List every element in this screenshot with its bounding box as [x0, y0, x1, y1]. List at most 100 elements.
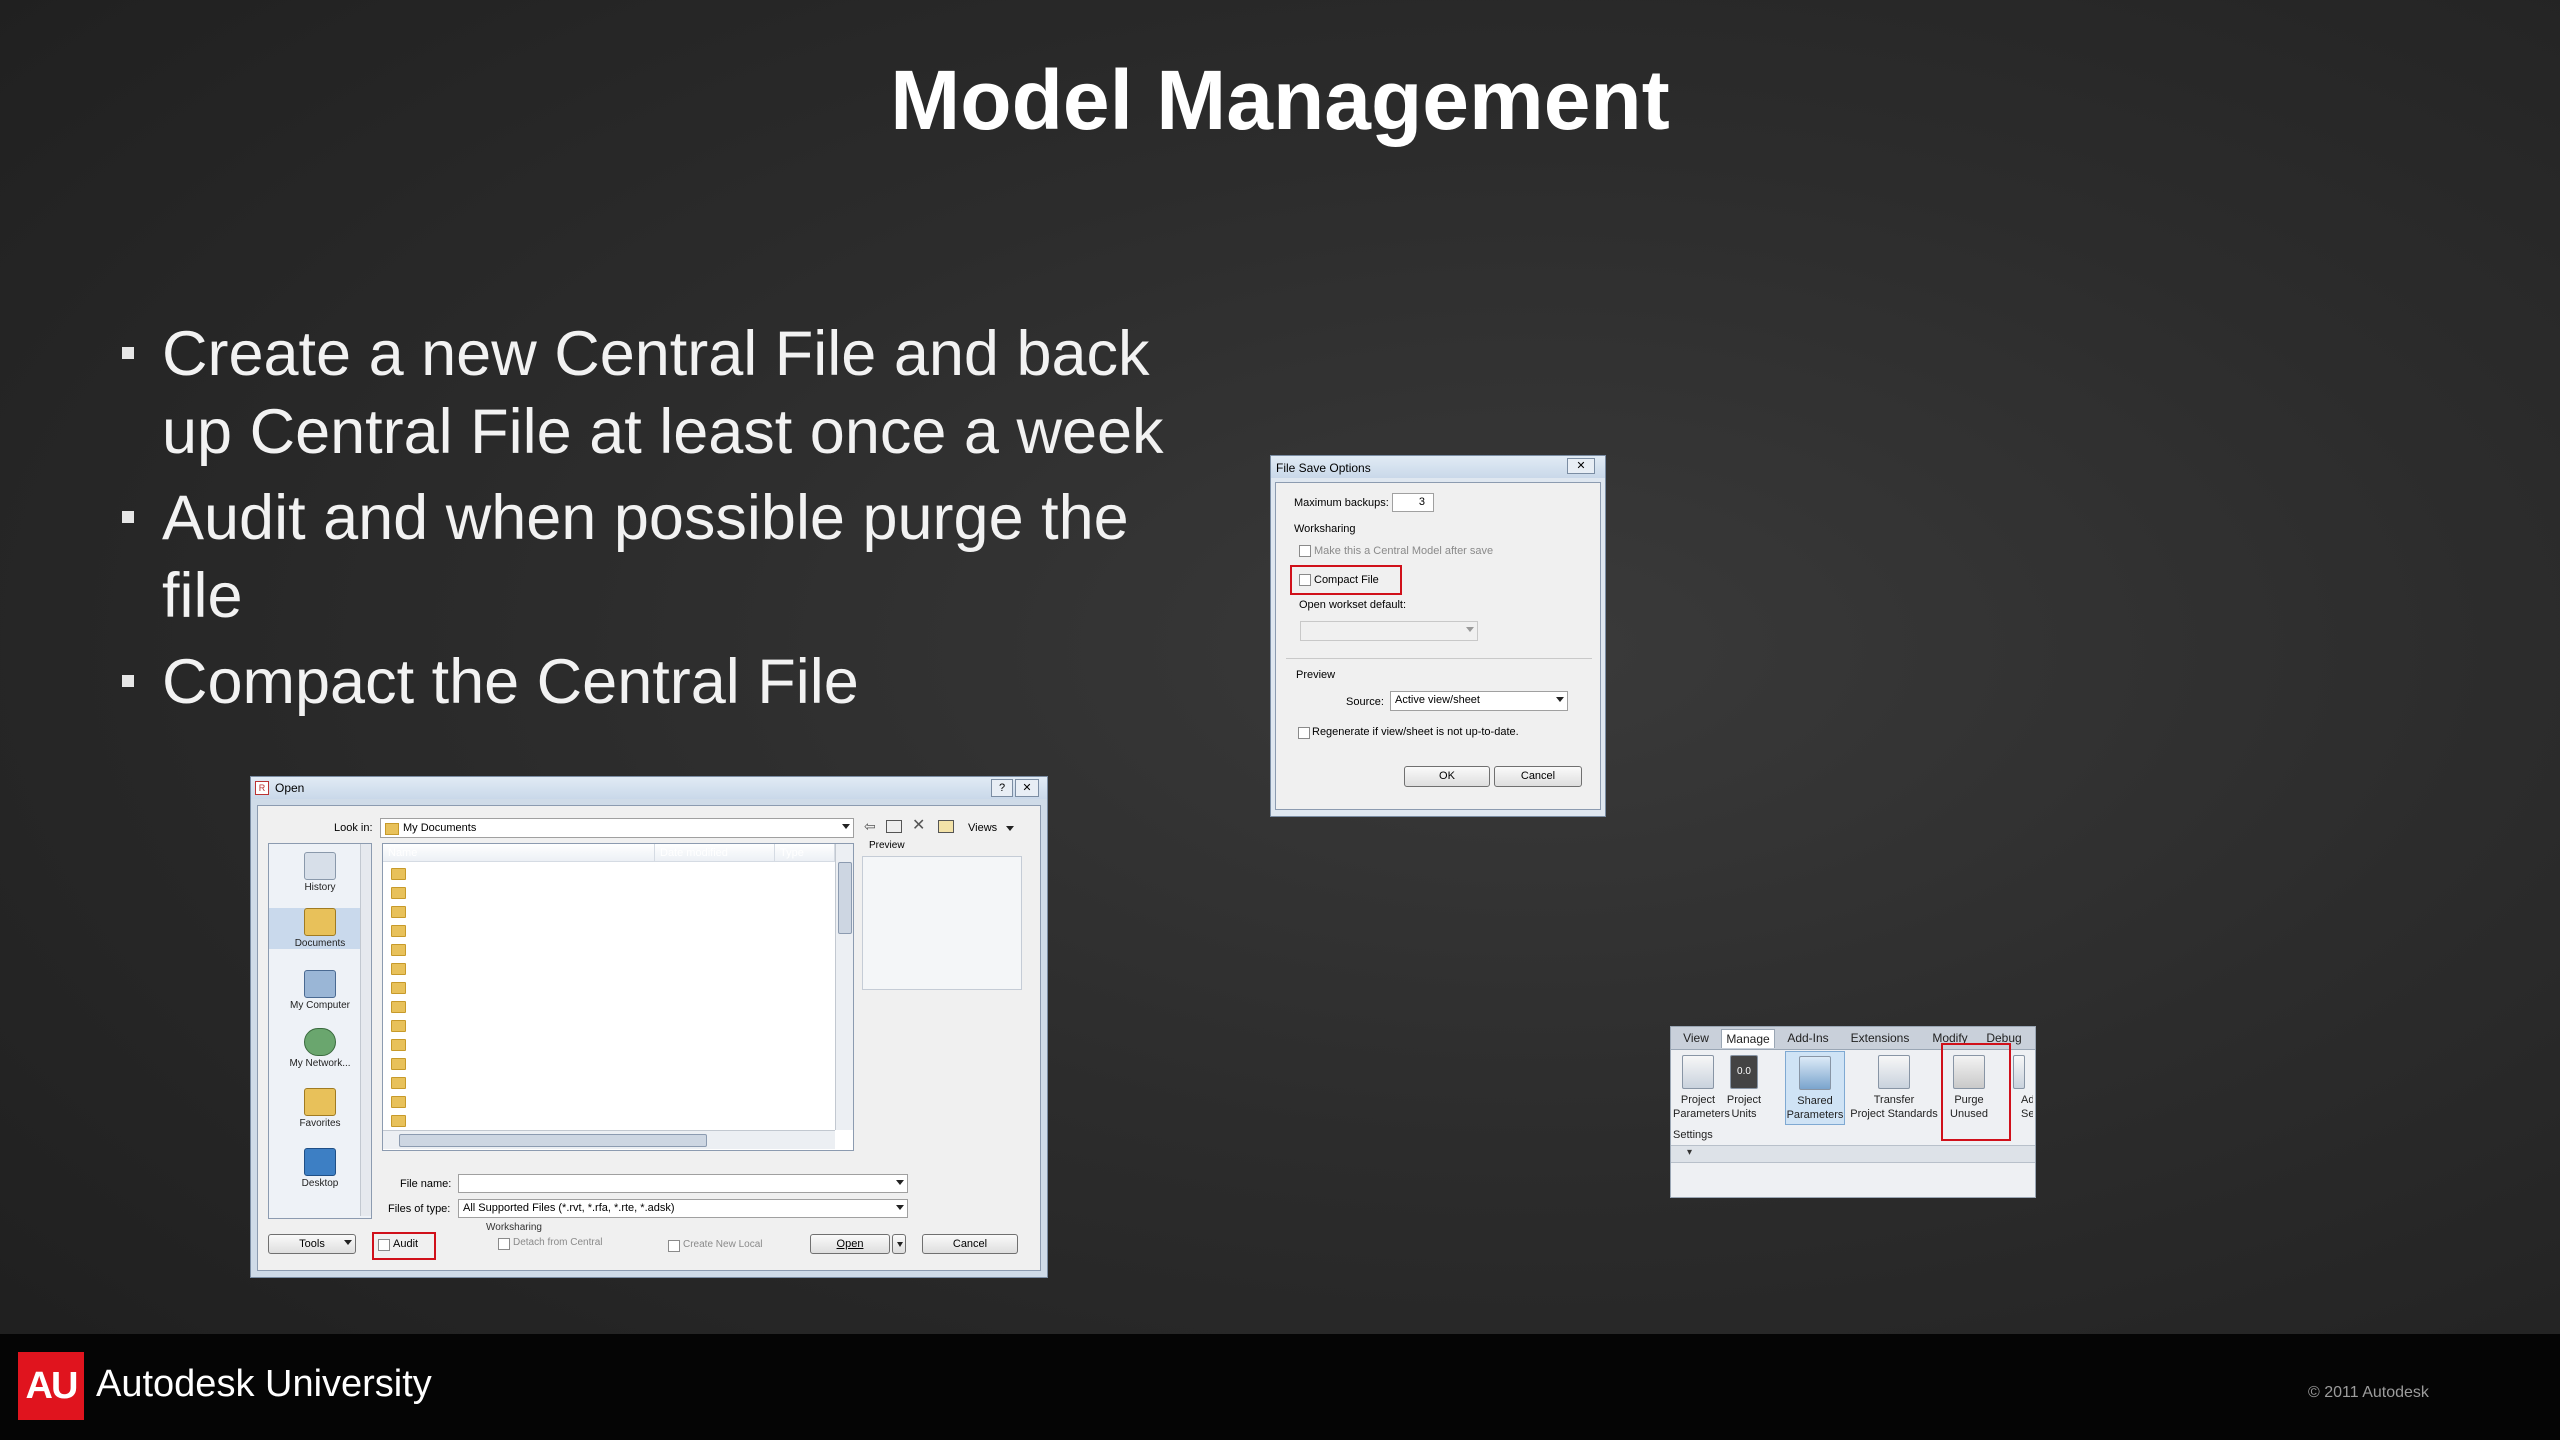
file-row[interactable]: Favorites 5/7/2010 7:42 AM File folder — [383, 1111, 835, 1130]
scroll-thumb[interactable] — [838, 862, 852, 934]
cancel-button[interactable]: Cancel — [922, 1234, 1018, 1254]
scroll-thumb[interactable] — [399, 1134, 707, 1147]
favorites-icon — [304, 1088, 336, 1116]
column-header-type[interactable]: Type — [775, 844, 835, 862]
column-header-date[interactable]: Date modified — [655, 844, 775, 862]
folder-icon — [391, 868, 406, 880]
bullet-item: Create a new Central File and back up Ce… — [118, 315, 1218, 471]
file-row[interactable]: expenses 7/3/2010 8:27 AM File folder — [383, 1092, 835, 1111]
file-row[interactable]: Autodesk Revit Architecture 2011 x64 8/23… — [383, 940, 835, 959]
back-icon[interactable]: ⇦ — [864, 818, 876, 835]
file-type: File folder — [780, 1095, 829, 1107]
panel-footer-bar: ▾ — [1671, 1145, 2035, 1163]
source-select[interactable]: Active view/sheet — [1390, 691, 1568, 711]
file-date: 11/16/2010 12:24 ... — [660, 981, 758, 993]
place-my-network[interactable]: My Network... — [269, 1028, 371, 1069]
file-row[interactable]: Autoloader 10/5/2010 6:10 AM File folder — [383, 997, 835, 1016]
place-desktop[interactable]: Desktop — [269, 1148, 371, 1189]
button-label: Units — [1731, 1108, 1757, 1120]
tab-add-ins[interactable]: Add-Ins — [1779, 1029, 1837, 1047]
cancel-button[interactable]: Cancel — [1494, 766, 1582, 787]
files-of-type-select[interactable]: All Supported Files (*.rvt, *.rfa, *.rte… — [458, 1199, 908, 1218]
file-row[interactable]: Autodesk Revit Structure 2011 x64 11/16/2… — [383, 978, 835, 997]
regenerate-checkbox[interactable] — [1298, 727, 1310, 739]
slide-title: Model Management — [890, 53, 1670, 147]
open-workset-select[interactable] — [1300, 621, 1478, 641]
delete-icon[interactable]: ✕ — [912, 815, 925, 835]
place-documents[interactable]: Documents — [269, 908, 371, 949]
file-row[interactable]: EXP 10/3/2011 6:05 PM File folder — [383, 1073, 835, 1092]
place-history[interactable]: History — [269, 852, 371, 893]
ribbon-panel: View Manage Add-Ins Extensions Modify De… — [1670, 1026, 2036, 1198]
place-favorites[interactable]: Favorites — [269, 1088, 371, 1129]
max-backups-label: Maximum backups: — [1294, 497, 1389, 509]
file-row[interactable]: AutoCAD Sheet Sets 7/16/2010 1:00 PM File … — [383, 902, 835, 921]
file-name: Autodesk Revit MEP 2011 x64 — [409, 962, 558, 974]
close-icon[interactable]: ✕ — [1015, 779, 1039, 797]
preview-label: Preview — [869, 840, 905, 851]
tools-button[interactable]: Tools — [268, 1234, 356, 1254]
tab-view[interactable]: View — [1675, 1029, 1717, 1047]
detach-label: Detach from Central — [513, 1237, 603, 1248]
project-parameters-button[interactable]: Project Parameters — [1673, 1055, 1730, 1121]
file-date: 11/14/2011 7:39 AM — [660, 886, 757, 898]
shared-parameters-button[interactable]: Shared Parameters — [1785, 1051, 1845, 1125]
help-icon[interactable]: ? — [991, 779, 1013, 797]
tab-manage[interactable]: Manage — [1721, 1029, 1775, 1048]
worksharing-label: Worksharing — [486, 1222, 542, 1233]
ok-button[interactable]: OK — [1404, 766, 1490, 787]
compact-file-checkbox[interactable] — [1299, 574, 1311, 586]
tools-label: Tools — [299, 1238, 325, 1250]
max-backups-input[interactable]: 3 — [1392, 493, 1434, 512]
open-dropdown-button[interactable] — [892, 1234, 906, 1254]
file-name: AutoCAD Sheet Sets — [409, 905, 512, 917]
transfer-project-standards-button[interactable]: Transfer Project Standards — [1849, 1055, 1939, 1121]
chevron-down-icon — [1466, 627, 1474, 632]
file-type: File folder — [780, 924, 829, 936]
button-label: Parameters — [1673, 1108, 1730, 1120]
places-scrollbar[interactable] — [360, 844, 371, 1216]
views-button[interactable]: Views — [968, 822, 997, 834]
create-local-checkbox[interactable] — [668, 1240, 680, 1252]
project-units-icon: 0.0 — [1730, 1055, 1758, 1089]
panel-expand-icon[interactable]: ▾ — [1687, 1147, 1692, 1158]
tab-extensions[interactable]: Extensions — [1841, 1029, 1919, 1047]
button-label: Parameters — [1786, 1109, 1844, 1121]
file-row[interactable]: ed 11/1/2011 9:22 AM File folder — [383, 1035, 835, 1054]
file-row[interactable]: Autodesk 5/27/2010 3:19 PM File folder — [383, 921, 835, 940]
audit-checkbox[interactable] — [378, 1239, 390, 1251]
save-dialog-titlebar: File Save Options ✕ — [1271, 456, 1605, 478]
file-row[interactable]: Autodesk Revit MEP 2011 x64 3/15/2011 9:5… — [383, 959, 835, 978]
button-label: Project — [1680, 1094, 1716, 1106]
file-row[interactable]: AU2012 11/14/2011 7:39 AM File folder — [383, 883, 835, 902]
open-button[interactable]: Open — [810, 1234, 890, 1254]
file-name-input[interactable] — [458, 1174, 908, 1193]
file-type: File folder — [780, 1114, 829, 1126]
button-label: Project Standards — [1850, 1108, 1938, 1120]
folder-icon — [391, 1058, 406, 1070]
file-row[interactable]: Acade 2011 7/18/2010 7:09 PM File folder — [383, 864, 835, 883]
place-label: My Network... — [289, 1058, 351, 1069]
history-icon — [304, 852, 336, 880]
file-name: Autodesk Revit Architecture 2011 x64 — [409, 943, 592, 955]
detach-checkbox[interactable] — [498, 1238, 510, 1250]
look-in-label: Look in: — [334, 822, 373, 834]
file-row[interactable]: education 11/30/2010 2:17 PM File folder — [383, 1054, 835, 1073]
place-my-computer[interactable]: My Computer — [269, 970, 371, 1011]
look-in-select[interactable]: My Documents — [380, 818, 854, 838]
file-name: Autodesk Revit Structure 2011 x64 — [409, 981, 579, 993]
vertical-scrollbar[interactable] — [835, 844, 853, 1130]
horizontal-scrollbar[interactable] — [383, 1130, 835, 1149]
make-central-checkbox[interactable] — [1299, 545, 1311, 557]
file-row[interactable]: Camtasia Studio 6/1/2010 10:18 AM File fol… — [383, 1016, 835, 1035]
file-name: education — [409, 1057, 457, 1069]
folder-icon — [391, 944, 406, 956]
au-logo: AU — [18, 1352, 84, 1420]
close-icon[interactable]: ✕ — [1567, 458, 1595, 474]
file-date: 5/7/2010 7:42 AM — [660, 1114, 747, 1126]
column-header-name[interactable]: Name — [383, 844, 655, 862]
new-folder-icon[interactable] — [938, 820, 954, 833]
project-units-button[interactable]: 0.0 Project Units — [1725, 1055, 1763, 1121]
chevron-down-icon[interactable] — [1006, 826, 1014, 831]
up-folder-icon[interactable] — [886, 820, 902, 833]
